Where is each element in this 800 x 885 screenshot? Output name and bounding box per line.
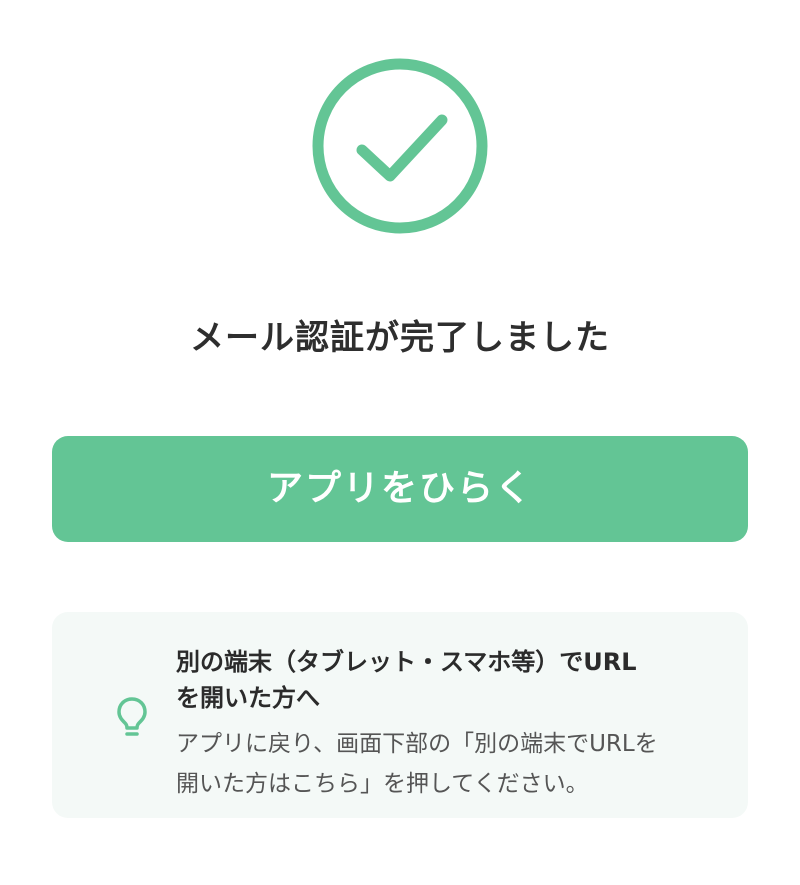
tip-text: 別の端末（タブレット・スマホ等）でURL を開いた方へ アプリに戻り、画面下部の… — [176, 644, 716, 804]
tip-body-line-2: 開いた方はこちら」を押してください。 — [176, 771, 589, 797]
tip-heading-line-1: 別の端末（タブレット・スマホ等）でURL — [176, 648, 637, 676]
open-app-button[interactable]: アプリをひらく — [52, 436, 748, 542]
tip-heading: 別の端末（タブレット・スマホ等）でURL を開いた方へ — [176, 644, 716, 716]
check-circle-icon — [310, 56, 490, 236]
tip-box: 別の端末（タブレット・スマホ等）でURL を開いた方へ アプリに戻り、画面下部の… — [52, 612, 748, 818]
page-title: メール認証が完了しました — [190, 318, 610, 358]
tip-body: アプリに戻り、画面下部の「別の端末でURLを 開いた方はこちら」を押してください… — [176, 724, 716, 804]
lightbulb-icon — [116, 696, 148, 740]
tip-heading-line-2: を開いた方へ — [176, 684, 320, 712]
tip-body-line-1: アプリに戻り、画面下部の「別の端末でURLを — [176, 731, 658, 757]
